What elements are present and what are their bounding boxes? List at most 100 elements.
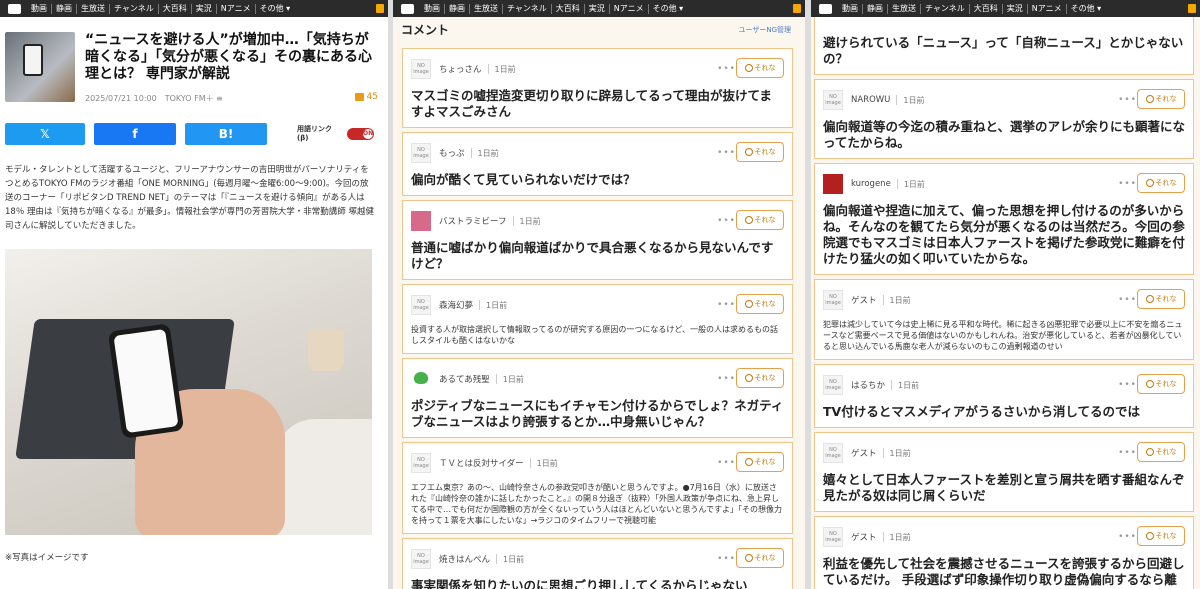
more-options-icon[interactable]: ••• [717, 148, 736, 158]
user-avatar[interactable]: NO image [411, 549, 431, 569]
nav-item[interactable]: 静画 [445, 3, 470, 14]
nav-item[interactable]: 静画 [863, 3, 888, 14]
sorena-label: それな [754, 216, 776, 224]
home-icon[interactable] [819, 3, 832, 14]
home-icon[interactable] [8, 3, 21, 14]
sorena-button[interactable]: それな [736, 368, 784, 388]
comment-username[interactable]: 森海幻夢 [439, 299, 473, 311]
comment-username[interactable]: ゲスト [851, 531, 877, 543]
share-twitter-button[interactable]: 𝕏 [5, 123, 85, 145]
comment-username[interactable]: ちょっさん [439, 63, 482, 75]
sorena-button[interactable]: それな [736, 294, 784, 314]
comment-username[interactable]: ゲスト [851, 447, 877, 459]
nav-item[interactable]: 大百科 [970, 3, 1003, 14]
home-icon[interactable] [401, 3, 414, 14]
sorena-button[interactable]: それな [1137, 289, 1185, 309]
user-avatar[interactable]: NO image [411, 59, 431, 79]
user-avatar[interactable]: NO image [411, 295, 431, 315]
user-avatar[interactable]: NO image [823, 375, 843, 395]
more-options-icon[interactable]: ••• [1118, 95, 1137, 105]
more-options-icon[interactable]: ••• [717, 300, 736, 310]
nav-item[interactable]: Nアニメ [610, 3, 649, 14]
sorena-button[interactable]: それな [1137, 89, 1185, 109]
nav-item[interactable]: その他 ▾ [649, 4, 688, 14]
more-options-icon[interactable]: ••• [717, 64, 736, 74]
nav-item[interactable]: 生放送 [77, 3, 110, 14]
sorena-label: それな [1155, 448, 1177, 456]
article-meta: 2025/07/21 10:00 TOKYO FM＋ ≡ [85, 94, 223, 103]
nav-item[interactable]: その他 ▾ [256, 4, 295, 14]
sorena-label: それな [1155, 95, 1177, 103]
more-options-icon[interactable]: ••• [717, 374, 736, 384]
user-avatar[interactable] [411, 369, 431, 389]
user-avatar[interactable]: NO image [823, 290, 843, 310]
user-avatar[interactable] [823, 174, 843, 194]
notification-icon[interactable] [793, 4, 801, 13]
more-options-icon[interactable]: ••• [717, 458, 736, 468]
comment-text: 避けられている「ニュース」って「自称ニュース」とかじゃないの？ [823, 35, 1184, 66]
comment-username[interactable]: バストラミビーフ [439, 215, 507, 227]
toggle-label: ON [363, 129, 374, 139]
nav-item[interactable]: チャンネル [921, 3, 970, 14]
nav-item[interactable]: チャンネル [110, 3, 159, 14]
comment-username[interactable]: あるてあ残聖 [439, 373, 490, 385]
notification-icon[interactable] [376, 4, 384, 13]
divider [882, 295, 884, 305]
sorena-button[interactable]: それな [736, 548, 784, 568]
user-avatar[interactable]: NO image [823, 90, 843, 110]
comment-username[interactable]: ＴＶとは反対サイダー [439, 457, 524, 469]
nav-item[interactable]: Nアニメ [1028, 3, 1067, 14]
nav-item[interactable]: 実況 [192, 3, 217, 14]
sorena-button[interactable]: それな [1137, 173, 1185, 193]
comment-text: TV付けるとマスメディアがうるさいから消してるのでは [823, 404, 1140, 419]
more-options-icon[interactable]: ••• [1118, 295, 1137, 305]
more-options-icon[interactable]: ••• [1118, 448, 1137, 458]
user-avatar[interactable]: NO image [411, 143, 431, 163]
share-hatena-button[interactable]: B! [185, 123, 267, 145]
sorena-label: それな [754, 148, 776, 156]
sorena-button[interactable]: それな [736, 142, 784, 162]
nav-item[interactable]: 静画 [52, 3, 77, 14]
comment-username[interactable]: ゲスト [851, 294, 877, 306]
nav-item[interactable]: その他 ▾ [1067, 4, 1106, 14]
nav-item[interactable]: 大百科 [159, 3, 192, 14]
comment-text: 偏向報道や捏造に加えて、偏った思想を押し付けるのが多いからね。そんなのを観てたら… [823, 203, 1185, 266]
user-avatar[interactable]: NO image [411, 453, 431, 473]
nav-item[interactable]: Nアニメ [217, 3, 256, 14]
comment-username[interactable]: はるちか [851, 379, 885, 391]
more-options-icon[interactable]: ••• [717, 216, 736, 226]
comment-icon [354, 93, 364, 101]
more-options-icon[interactable]: ••• [717, 554, 736, 564]
nav-item[interactable]: 大百科 [552, 3, 585, 14]
comment-username[interactable]: kurogene [851, 179, 891, 189]
more-options-icon[interactable]: ••• [1118, 532, 1137, 542]
divider [882, 448, 884, 458]
nav-item[interactable]: 動画 [420, 3, 445, 14]
nav-item[interactable]: 動画 [27, 3, 52, 14]
nav-item[interactable]: 実況 [585, 3, 610, 14]
sorena-button[interactable]: それな [736, 210, 784, 230]
sorena-button[interactable]: それな [1137, 442, 1185, 462]
nav-item[interactable]: チャンネル [503, 3, 552, 14]
comment-username[interactable]: もっぷ [439, 147, 465, 159]
sorena-button[interactable]: それな [736, 58, 784, 78]
share-facebook-button[interactable]: f [94, 123, 176, 145]
comment-username[interactable]: 焼きはんぺん [439, 553, 490, 565]
sorena-button[interactable]: それな [736, 452, 784, 472]
comment-count[interactable]: 45 [354, 92, 378, 102]
sorena-button[interactable]: それな [1137, 526, 1185, 546]
comment-username[interactable]: NAROWU [851, 95, 890, 105]
nav-item[interactable]: 実況 [1003, 3, 1028, 14]
ng-user-setting-link[interactable]: ユーザーNG管理 [738, 25, 791, 35]
term-link-toggle[interactable]: ON [347, 128, 374, 140]
user-avatar[interactable] [411, 211, 431, 231]
more-options-icon[interactable]: ••• [1118, 179, 1137, 189]
nav-item[interactable]: 生放送 [470, 3, 503, 14]
nav-item[interactable]: 生放送 [888, 3, 921, 14]
user-avatar[interactable]: NO image [823, 443, 843, 463]
sorena-button[interactable]: それな [1137, 374, 1185, 394]
nav-item[interactable]: 動画 [838, 3, 863, 14]
user-avatar[interactable]: NO image [823, 527, 843, 547]
more-options-icon[interactable]: ••• [1118, 380, 1137, 390]
notification-icon[interactable] [1188, 4, 1196, 13]
